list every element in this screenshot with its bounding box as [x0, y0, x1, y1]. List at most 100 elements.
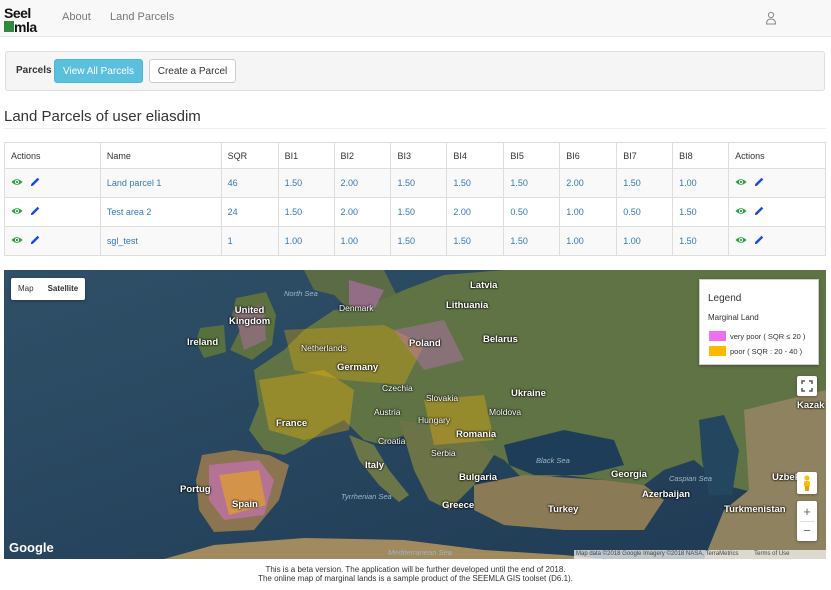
zoom-out-button[interactable]: −	[803, 522, 811, 540]
user-icon[interactable]	[765, 11, 777, 25]
map-legend: Legend Marginal Land very poor ( SQR ≤ 2…	[699, 279, 819, 365]
parcel-name-link[interactable]: sgl_test	[107, 236, 138, 246]
map-attribution-text: Map data ©2018 Google Imagery ©2018 NASA…	[576, 551, 739, 557]
map-label-austria: Austria	[374, 407, 401, 417]
logo-text-bottom: mla	[14, 19, 37, 35]
map-label-black-sea: Black Sea	[536, 456, 570, 465]
table-row: Land parcel 1 46 1.50 2.00 1.50 1.50 1.50 2.00 1…	[4, 168, 826, 198]
col-header-actions: Actions	[4, 142, 101, 169]
terms-of-use-link[interactable]: Terms of Use	[754, 551, 789, 557]
google-logo: Google	[9, 540, 54, 555]
map-label-greece: Greece	[442, 500, 475, 511]
marginal-land-map[interactable]: Map Satellite North Sea Latvia Denmark L…	[4, 270, 826, 559]
bi5-value: 0.50	[510, 207, 528, 217]
bi4-value: 1.50	[453, 178, 471, 188]
view-parcel-button[interactable]	[735, 176, 747, 190]
map-label-serbia: Serbia	[431, 448, 456, 458]
edit-parcel-button[interactable]	[29, 176, 41, 190]
view-parcel-button[interactable]	[11, 176, 23, 190]
map-label-turkey: Turkey	[548, 504, 579, 515]
sqr-cell: 24	[220, 197, 279, 227]
map-label-italy: Italy	[365, 460, 385, 471]
parcel-name-cell: Test area 2	[99, 197, 222, 227]
view-parcel-button[interactable]	[11, 205, 23, 219]
footer-line-1: This is a beta version. The application …	[265, 565, 566, 574]
bi4-cell: 1.50	[446, 226, 505, 256]
logo-square-icon	[4, 21, 14, 32]
map-label-north-sea: North Sea	[284, 289, 318, 298]
create-parcel-button[interactable]: Create a Parcel	[149, 59, 236, 83]
map-type-map-button[interactable]: Map	[11, 278, 41, 300]
eye-icon	[735, 237, 747, 243]
map-label-slovakia: Slovakia	[426, 393, 459, 403]
bi6-cell: 2.00	[559, 168, 618, 198]
bi5-cell: 1.50	[503, 168, 561, 198]
edit-parcel-button[interactable]	[753, 176, 765, 190]
parcel-name-link[interactable]: Test area 2	[107, 207, 152, 217]
map-label-moldova: Moldova	[489, 407, 522, 417]
pencil-icon	[31, 206, 40, 215]
parcels-table: Actions Name SQR BI1 BI2 BI3 BI4 BI5 BI6…	[4, 142, 826, 256]
bi1-value: 1.50	[284, 178, 303, 188]
map-label-kazakhstan: Kazak	[797, 400, 825, 411]
bi4-value: 1.50	[453, 236, 471, 246]
legend-subtitle: Marginal Land	[708, 313, 759, 322]
bi1-cell: 1.50	[277, 168, 335, 198]
parcel-name-link[interactable]: Land parcel 1	[107, 178, 162, 188]
bi3-value: 1.50	[397, 236, 415, 246]
map-label-caspian-sea: Caspian Sea	[669, 474, 712, 483]
bi3-value: 1.50	[397, 207, 415, 217]
bi4-cell: 2.00	[446, 197, 505, 227]
col-header-bi3: BI3	[390, 142, 448, 169]
bi7-cell: 1.00	[616, 226, 674, 256]
map-label-netherlands: Netherlands	[301, 343, 347, 353]
bi8-value: 1.50	[679, 236, 697, 246]
toolbar-label: Parcels	[16, 65, 52, 76]
edit-parcel-button[interactable]	[29, 205, 41, 219]
bi2-value: 1.00	[340, 236, 359, 246]
table-header-row: Actions Name SQR BI1 BI2 BI3 BI4 BI5 BI6…	[4, 142, 826, 169]
sqr-value: 24	[227, 207, 238, 217]
sqr-value: 46	[227, 178, 238, 188]
pencil-icon	[31, 177, 40, 186]
seemla-logo[interactable]: Seel mla	[4, 5, 42, 35]
map-label-croatia: Croatia	[378, 436, 406, 446]
edit-parcel-button[interactable]	[753, 205, 765, 219]
bi1-cell: 1.50	[277, 197, 335, 227]
legend-swatch-very-poor	[709, 331, 726, 341]
view-all-parcels-button[interactable]: View All Parcels	[54, 59, 143, 83]
pencil-icon	[755, 235, 764, 244]
navbar: Seel mla About Land Parcels	[0, 0, 831, 37]
edit-parcel-button[interactable]	[753, 234, 765, 248]
map-label-lithuania: Lithuania	[446, 300, 489, 311]
bi7-value: 1.50	[623, 178, 641, 188]
edit-parcel-button[interactable]	[29, 234, 41, 248]
pencil-icon	[31, 235, 40, 244]
bi3-value: 1.50	[397, 178, 415, 188]
parcels-toolbar: Parcels View All Parcels Create a Parcel	[5, 51, 825, 91]
view-parcel-button[interactable]	[735, 205, 747, 219]
col-header-actions-right: Actions	[728, 142, 826, 169]
table-row: sgl_test 1 1.00 1.00 1.50 1.50 1.50 1.00 1.00 1.5…	[4, 226, 826, 256]
map-label-czechia: Czechia	[382, 383, 413, 393]
bi4-value: 2.00	[453, 207, 471, 217]
row-actions-left	[4, 168, 101, 198]
view-parcel-button[interactable]	[11, 234, 23, 248]
fullscreen-button[interactable]	[797, 376, 817, 396]
zoom-in-button[interactable]: +	[803, 503, 811, 521]
bi7-value: 0.50	[623, 207, 641, 217]
map-label-mediterranean-sea: Mediterranean Sea	[388, 548, 452, 557]
street-view-pegman-button[interactable]	[797, 472, 817, 494]
bi3-cell: 1.50	[390, 168, 448, 198]
map-label-germany: Germany	[337, 362, 379, 373]
bi1-value: 1.50	[284, 207, 303, 217]
view-parcel-button[interactable]	[735, 234, 747, 248]
nav-land-parcels-link[interactable]: Land Parcels	[110, 11, 174, 23]
nav-about-link[interactable]: About	[62, 11, 91, 23]
map-label-turkmenistan: Turkmenistan	[724, 504, 786, 515]
legend-swatch-poor	[709, 346, 726, 356]
map-label-hungary: Hungary	[418, 415, 451, 425]
map-label-georgia: Georgia	[611, 469, 647, 480]
map-type-satellite-button[interactable]: Satellite	[41, 278, 86, 300]
map-label-ireland: Ireland	[187, 337, 219, 348]
